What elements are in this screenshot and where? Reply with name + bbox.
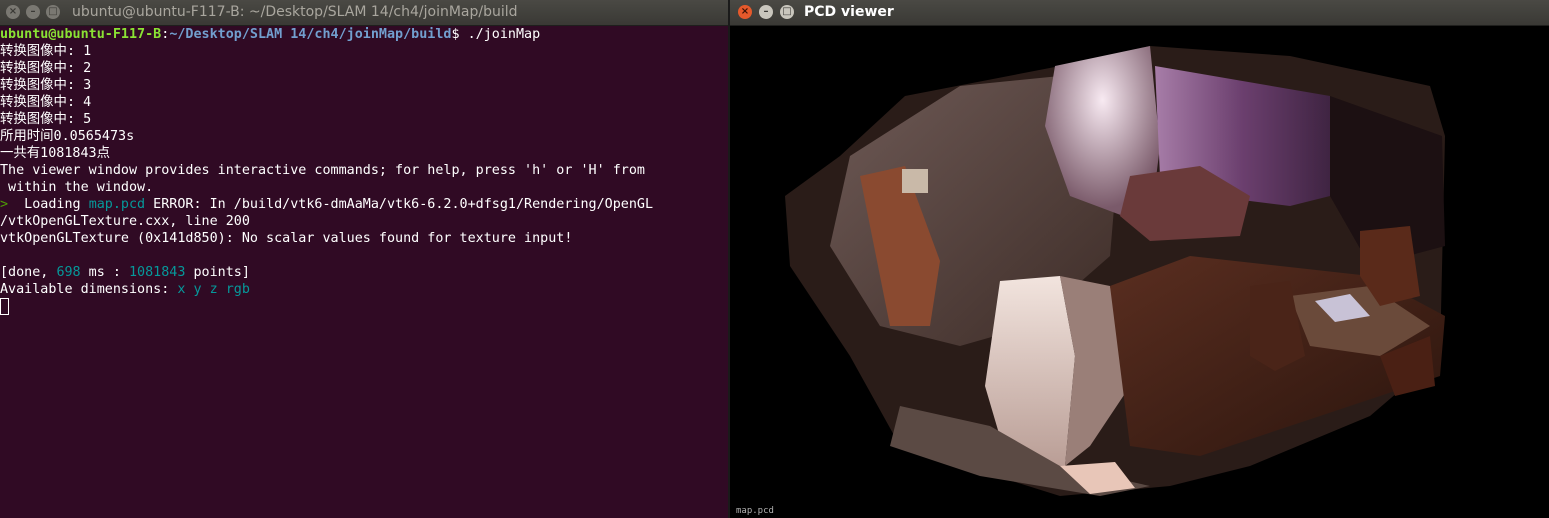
prompt-line: ubuntu@ubuntu-F117-B:~/Desktop/SLAM 14/c…	[0, 26, 728, 43]
output-line: 转换图像中: 2	[0, 61, 92, 76]
cursor-line	[0, 298, 728, 315]
maximize-window-icon[interactable]: □	[780, 5, 794, 19]
pcd-viewer-window[interactable]: × – □ PCD viewer map.pcd	[730, 0, 1549, 518]
close-window-icon[interactable]: ×	[738, 5, 752, 19]
minimize-window-icon[interactable]: –	[26, 5, 40, 19]
prompt-user: ubuntu@ubuntu-F117-B	[0, 27, 162, 42]
output-line: 转换图像中: 3	[0, 78, 92, 93]
output-line: vtkOpenGLTexture (0x141d850): No scalar …	[0, 231, 573, 246]
dims-label: Available dimensions:	[0, 282, 178, 297]
done-ms: 698	[56, 265, 81, 280]
minimize-window-icon[interactable]: –	[759, 5, 773, 19]
viewer-file-label: map.pcd	[736, 506, 774, 516]
output-line: The viewer window provides interactive c…	[0, 163, 645, 178]
terminal-window[interactable]: × – □ ubuntu@ubuntu-F117-B: ~/Desktop/SL…	[0, 0, 728, 518]
done-points: 1081843	[129, 265, 186, 280]
done-close: points]	[185, 265, 250, 280]
output-line: 所用时间0.0565473s	[0, 129, 135, 144]
done-line: [done, 698 ms : 1081843 points]	[0, 264, 728, 281]
point-cloud-render	[785, 46, 1445, 496]
terminal-titlebar[interactable]: × – □ ubuntu@ubuntu-F117-B: ~/Desktop/SL…	[0, 0, 728, 26]
output-line: /vtkOpenGLTexture.cxx, line 200	[0, 214, 250, 229]
loading-error: ERROR: In /build/vtk6-dmAaMa/vtk6-6.2.0+…	[145, 197, 654, 212]
loading-word: Loading	[16, 197, 89, 212]
close-window-icon[interactable]: ×	[6, 5, 20, 19]
done-mid: ms :	[80, 265, 129, 280]
done-open: [done,	[0, 265, 57, 280]
loading-marker: >	[0, 197, 17, 212]
dims-line: Available dimensions: x y z rgb	[0, 281, 728, 298]
prompt-command: $ ./joinMap	[451, 27, 541, 42]
terminal-output[interactable]: ubuntu@ubuntu-F117-B:~/Desktop/SLAM 14/c…	[0, 26, 728, 518]
maximize-window-icon[interactable]: □	[46, 5, 60, 19]
point-cloud-canvas[interactable]: map.pcd	[730, 26, 1549, 518]
viewer-titlebar[interactable]: × – □ PCD viewer	[730, 0, 1549, 26]
output-line: 转换图像中: 5	[0, 112, 92, 127]
viewer-title: PCD viewer	[804, 4, 894, 20]
output-line: 转换图像中: 1	[0, 44, 92, 59]
prompt-path: ~/Desktop/SLAM 14/ch4/joinMap/build	[169, 27, 452, 42]
loading-file: map.pcd	[88, 197, 146, 212]
terminal-title: ubuntu@ubuntu-F117-B: ~/Desktop/SLAM 14/…	[72, 4, 518, 20]
loading-line: > Loading map.pcd ERROR: In /build/vtk6-…	[0, 196, 728, 213]
output-line: within the window.	[0, 180, 154, 195]
output-line: 转换图像中: 4	[0, 95, 92, 110]
wall-picture	[902, 169, 928, 193]
text-cursor[interactable]	[0, 298, 9, 315]
output-line: 一共有1081843点	[0, 146, 110, 161]
dims-value: x y z rgb	[177, 282, 250, 297]
